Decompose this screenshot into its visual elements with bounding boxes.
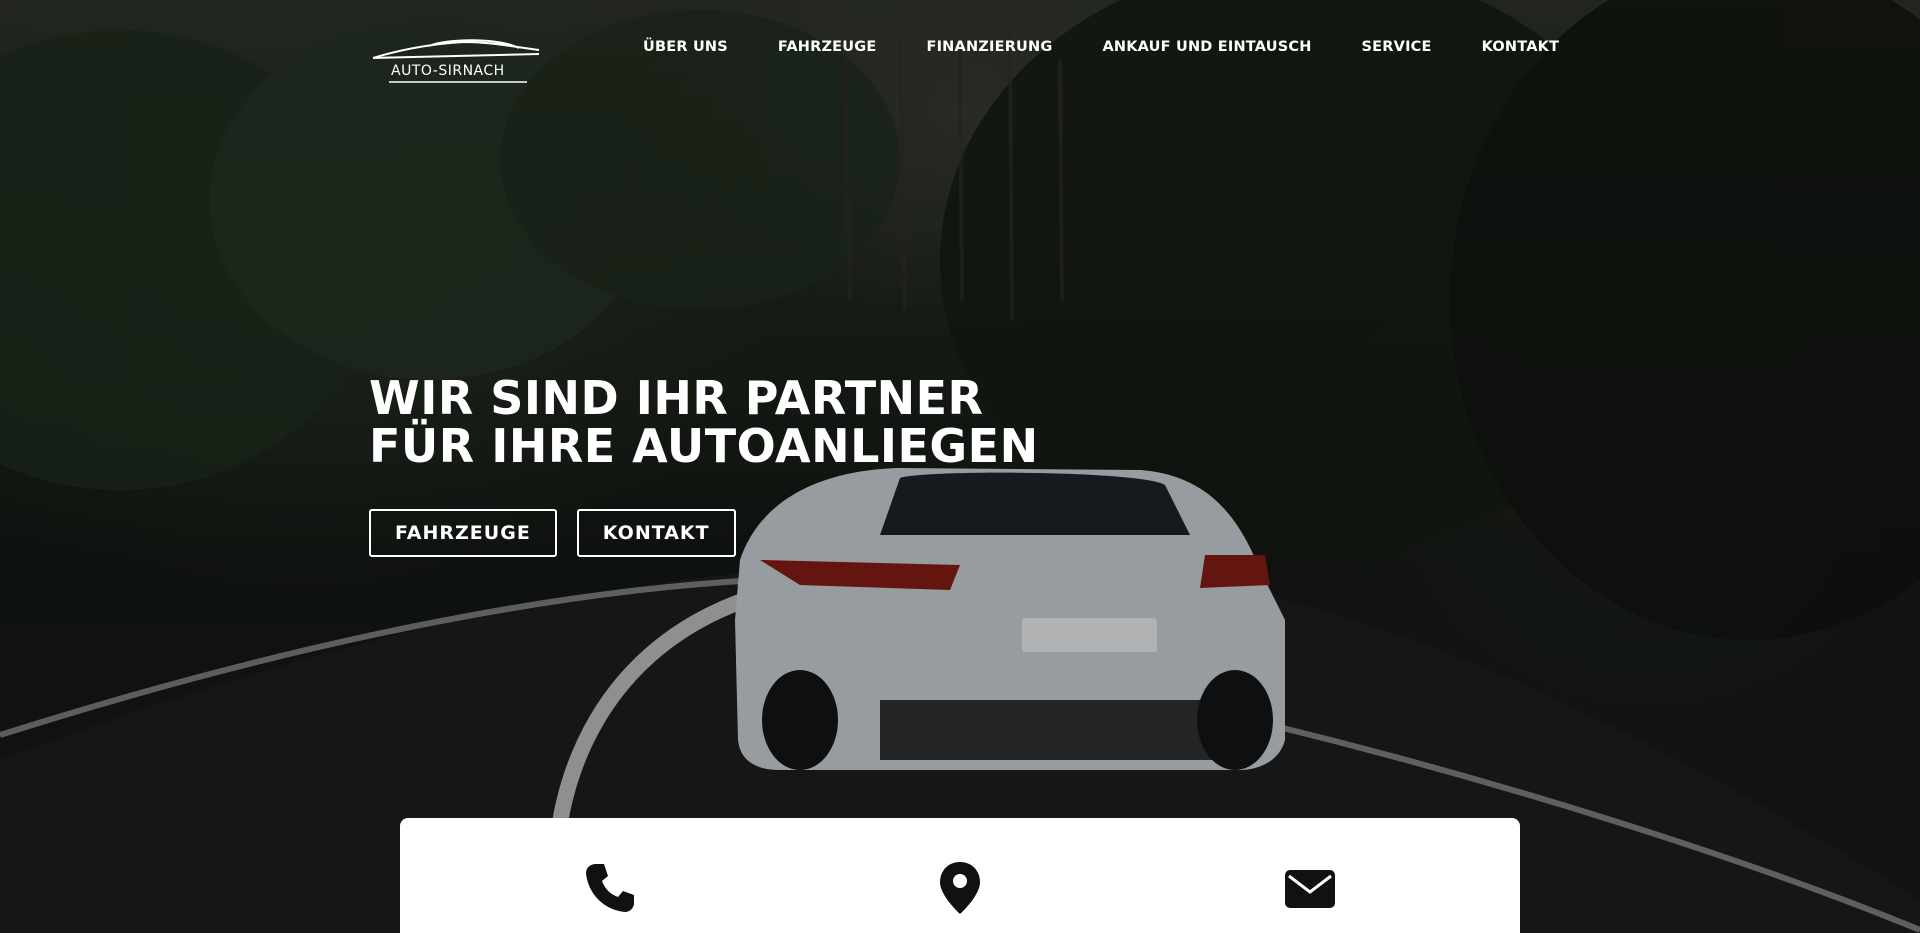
site-logo[interactable]: AUTO-SIRNACH [369,36,547,88]
logo-text: AUTO-SIRNACH [391,63,505,79]
nav-item-finanzierung[interactable]: FINANZIERUNG [926,39,1052,55]
top-navigation: AUTO-SIRNACH ÜBER UNS FAHRZEUGE FINANZIE… [0,0,1920,100]
contact-info-card [400,818,1520,933]
hero-section: AUTO-SIRNACH ÜBER UNS FAHRZEUGE FINANZIE… [0,0,1920,933]
envelope-icon[interactable] [1282,860,1338,916]
nav-item-fahrzeuge[interactable]: FAHRZEUGE [778,39,877,55]
kontakt-button[interactable]: KONTAKT [576,509,736,557]
nav-item-kontakt[interactable]: KONTAKT [1482,39,1560,55]
nav-item-ankauf-und-eintausch[interactable]: ANKAUF UND EINTAUSCH [1102,39,1311,55]
hero-headline-line1: WIR SIND IHR PARTNER [369,371,984,425]
main-menu: ÜBER UNS FAHRZEUGE FINANZIERUNG ANKAUF U… [643,39,1609,55]
car-silhouette-icon [372,39,540,83]
map-pin-icon[interactable] [932,860,988,916]
hero-headline: WIR SIND IHR PARTNER FÜR IHRE AUTOANLIEG… [369,374,1039,470]
hero-headline-line2: FÜR IHRE AUTOANLIEGEN [369,419,1039,473]
phone-icon[interactable] [582,860,638,916]
nav-item-ueber-uns[interactable]: ÜBER UNS [643,39,728,55]
nav-item-service[interactable]: SERVICE [1362,39,1432,55]
fahrzeuge-button[interactable]: FAHRZEUGE [369,509,557,557]
hero-buttons: FAHRZEUGE KONTAKT [369,509,736,557]
